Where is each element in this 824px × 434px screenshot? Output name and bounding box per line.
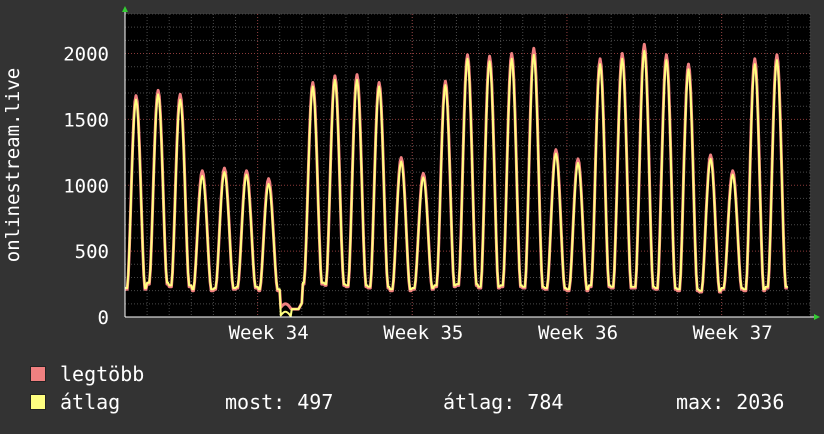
legend-swatch-avg: [30, 394, 46, 410]
legend-swatch-max: [30, 366, 46, 382]
legend-item-avg: átlag: [30, 389, 120, 415]
y-tick-label: 500: [75, 241, 109, 263]
x-tick-label: Week 34: [229, 322, 309, 344]
y-tick-label: 1000: [63, 175, 109, 197]
y-axis-label: onlinestream.live: [2, 68, 24, 262]
legend-item-max: legtöbb: [30, 361, 144, 387]
y-tick-label: 0: [98, 307, 109, 329]
stat-average: átlag: 784: [443, 390, 564, 414]
y-tick-label: 1500: [63, 109, 109, 131]
legend-label-max: legtöbb: [60, 362, 145, 386]
legend-label-avg: átlag: [60, 390, 121, 414]
stat-max: max: 2036: [676, 390, 785, 414]
chart-panel: 0 500 1000 1500 2000 Week 34 Week 35 Week 36 Wee…: [0, 0, 824, 430]
y-tick-label: 2000: [63, 44, 109, 66]
x-tick-label: Week 36: [538, 322, 618, 344]
stat-now: most: 497: [225, 390, 334, 414]
x-tick-label: Week 37: [693, 322, 773, 344]
x-tick-label: Week 35: [383, 322, 463, 344]
